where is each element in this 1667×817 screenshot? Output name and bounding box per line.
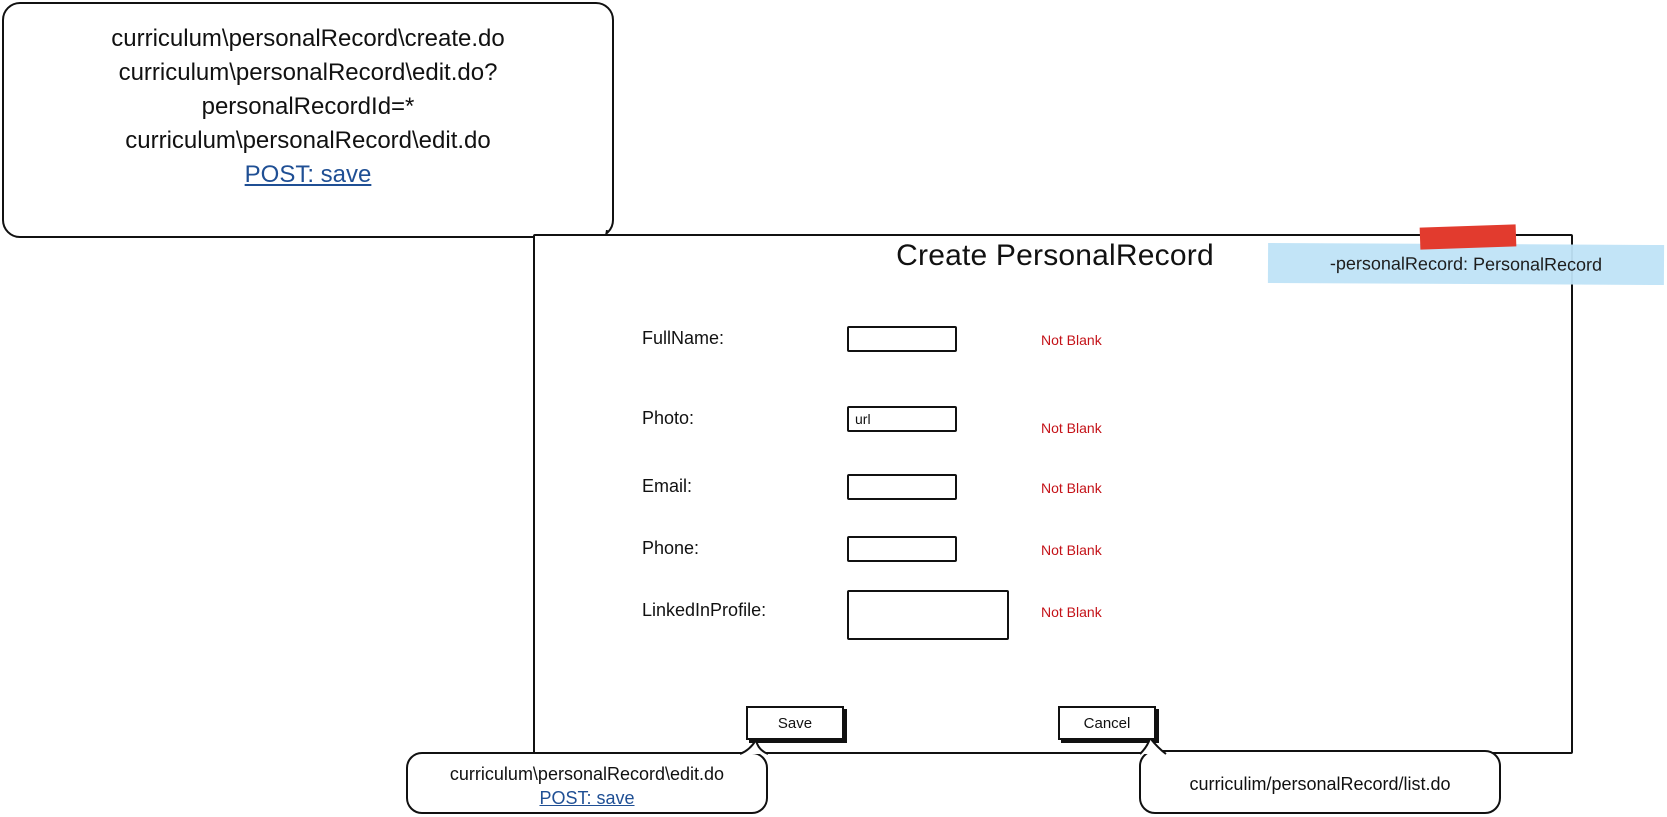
callout-line: personalRecordId=* — [201, 93, 415, 120]
email-input[interactable] — [847, 474, 957, 500]
linkedinprofile-input[interactable] — [847, 590, 1009, 640]
cancel-callout-tail — [1139, 738, 1167, 755]
phone-error: Not Blank — [1041, 542, 1102, 558]
model-note-text: -personalRecord: PersonalRecord — [1329, 253, 1603, 275]
fullname-input[interactable] — [847, 326, 957, 352]
email-error: Not Blank — [1041, 480, 1102, 496]
cancel-callout-line: curriculim/personalRecord/list.do — [1189, 774, 1451, 794]
callout-line: curriculum\personalRecord\edit.do? — [118, 59, 498, 86]
photo-error: Not Blank — [1041, 420, 1102, 436]
cancel-button[interactable]: Cancel — [1058, 706, 1156, 740]
linkedinprofile-label: LinkedInProfile: — [642, 600, 767, 620]
url-callout: curriculum\personalRecord\create.do curr… — [2, 2, 614, 238]
save-callout-line: curriculum\personalRecord\edit.do — [449, 764, 725, 784]
callout-line: curriculum\personalRecord\edit.do — [125, 127, 491, 154]
model-note: -personalRecord: PersonalRecord — [1267, 242, 1665, 286]
email-label: Email: — [642, 476, 693, 496]
photo-label: Photo: — [642, 408, 695, 428]
save-callout: curriculum\personalRecord\edit.do POST: … — [406, 752, 768, 814]
post-save-link[interactable]: POST: save — [245, 158, 372, 192]
save-callout-tail — [740, 740, 769, 755]
phone-label: Phone: — [642, 538, 700, 558]
tape-decoration — [1419, 224, 1517, 250]
cancel-callout: curriculim/personalRecord/list.do — [1139, 750, 1501, 814]
linkedinprofile-error: Not Blank — [1041, 604, 1102, 620]
form-window: Create PersonalRecord FullName: Not Blan… — [533, 234, 1573, 754]
photo-input[interactable] — [847, 406, 957, 432]
fullname-label: FullName: — [642, 328, 725, 348]
save-post-link[interactable]: POST: save — [539, 786, 634, 810]
save-button[interactable]: Save — [746, 706, 844, 740]
phone-input[interactable] — [847, 536, 957, 562]
callout-line: curriculum\personalRecord\create.do — [111, 25, 505, 52]
fullname-error: Not Blank — [1041, 332, 1102, 348]
